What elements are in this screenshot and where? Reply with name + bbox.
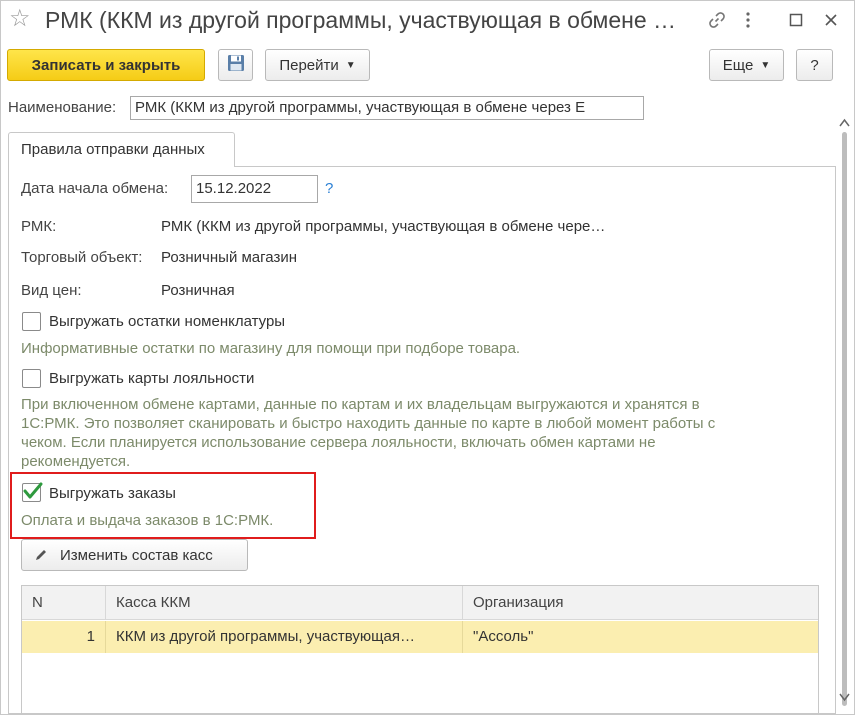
tab-label: Правила отправки данных [21, 141, 205, 158]
export-stock-hint: Информативные остатки по магазину для по… [21, 340, 521, 357]
more-vertical-icon[interactable] [736, 8, 760, 32]
chevron-down-icon: ▼ [345, 59, 356, 71]
help-label: ? [810, 56, 819, 74]
pencil-icon [34, 548, 48, 562]
window-title: РМК (ККМ из другой программы, участвующа… [45, 7, 685, 33]
chevron-down-icon: ▼ [760, 59, 771, 71]
save-and-close-label: Записать и закрыть [31, 56, 181, 74]
title-bar: ☆ РМК (ККМ из другой программы, участвую… [1, 1, 854, 41]
save-and-close-button[interactable]: Записать и закрыть [7, 49, 205, 81]
price-type-value[interactable]: Розничная [161, 282, 235, 299]
floppy-disk-icon [227, 54, 245, 76]
goto-label: Перейти [279, 56, 339, 74]
name-label: Наименование: [8, 99, 117, 116]
export-orders-hint: Оплата и выдача заказов в 1С:РМК. [21, 512, 274, 529]
close-icon[interactable] [819, 8, 843, 32]
name-input[interactable]: РМК (ККМ из другой программы, участвующа… [130, 96, 644, 120]
export-cards-checkbox[interactable] [22, 369, 41, 388]
export-stock-checkbox[interactable] [22, 312, 41, 331]
start-date-input[interactable]: 15.12.2022 [191, 175, 318, 203]
favorite-star-icon[interactable]: ☆ [9, 7, 31, 31]
more-menu-button[interactable]: Еще ▼ [709, 49, 784, 81]
help-button[interactable]: ? [796, 49, 833, 81]
column-header-organization[interactable]: Организация [463, 586, 818, 620]
trade-object-value[interactable]: Розничный магазин [161, 249, 297, 266]
vertical-scrollbar[interactable] [837, 96, 852, 714]
export-cards-label[interactable]: Выгружать карты лояльности [49, 370, 254, 387]
price-type-label: Вид цен: [21, 282, 82, 299]
goto-menu-button[interactable]: Перейти ▼ [265, 49, 370, 81]
form-window: ☆ РМК (ККМ из другой программы, участвую… [0, 0, 855, 715]
column-header-register[interactable]: Касса ККМ [106, 586, 463, 620]
registers-table: N Касса ККМ Организация 1 ККМ из другой … [21, 585, 819, 714]
trade-object-label: Торговый объект: [21, 249, 143, 266]
hint-line: рекомендуется. [21, 453, 131, 470]
help-question-icon[interactable]: ? [325, 180, 333, 197]
hint-line: чеком. Если планируется использование се… [21, 434, 656, 451]
start-date-label: Дата начала обмена: [21, 180, 169, 197]
export-cards-hint: При включенном обмене картами, данные по… [21, 395, 821, 471]
rmk-label: РМК: [21, 218, 57, 235]
maximize-icon[interactable] [784, 8, 808, 32]
change-registers-label: Изменить состав касс [60, 546, 213, 564]
link-icon[interactable] [705, 8, 729, 32]
export-orders-label[interactable]: Выгружать заказы [49, 485, 176, 502]
cell-register[interactable]: ККМ из другой программы, участвующая… [106, 621, 463, 653]
tab-data-rules[interactable]: Правила отправки данных [8, 132, 235, 167]
export-orders-checkbox[interactable] [22, 482, 43, 502]
save-button[interactable] [218, 49, 253, 81]
change-registers-button[interactable]: Изменить состав касс [21, 539, 248, 571]
column-header-n[interactable]: N [22, 586, 106, 620]
rmk-value-link[interactable]: РМК (ККМ из другой программы, участвующа… [161, 218, 605, 235]
hint-line: 1С:РМК. Это позволяет сканировать и быст… [21, 415, 716, 432]
cell-organization[interactable]: "Ассоль" [463, 621, 818, 653]
export-stock-label[interactable]: Выгружать остатки номенклатуры [49, 313, 285, 330]
more-label: Еще [722, 56, 754, 74]
cell-n[interactable]: 1 [22, 621, 106, 653]
hint-line: При включенном обмене картами, данные по… [21, 396, 700, 413]
checkmark-icon [23, 482, 43, 499]
